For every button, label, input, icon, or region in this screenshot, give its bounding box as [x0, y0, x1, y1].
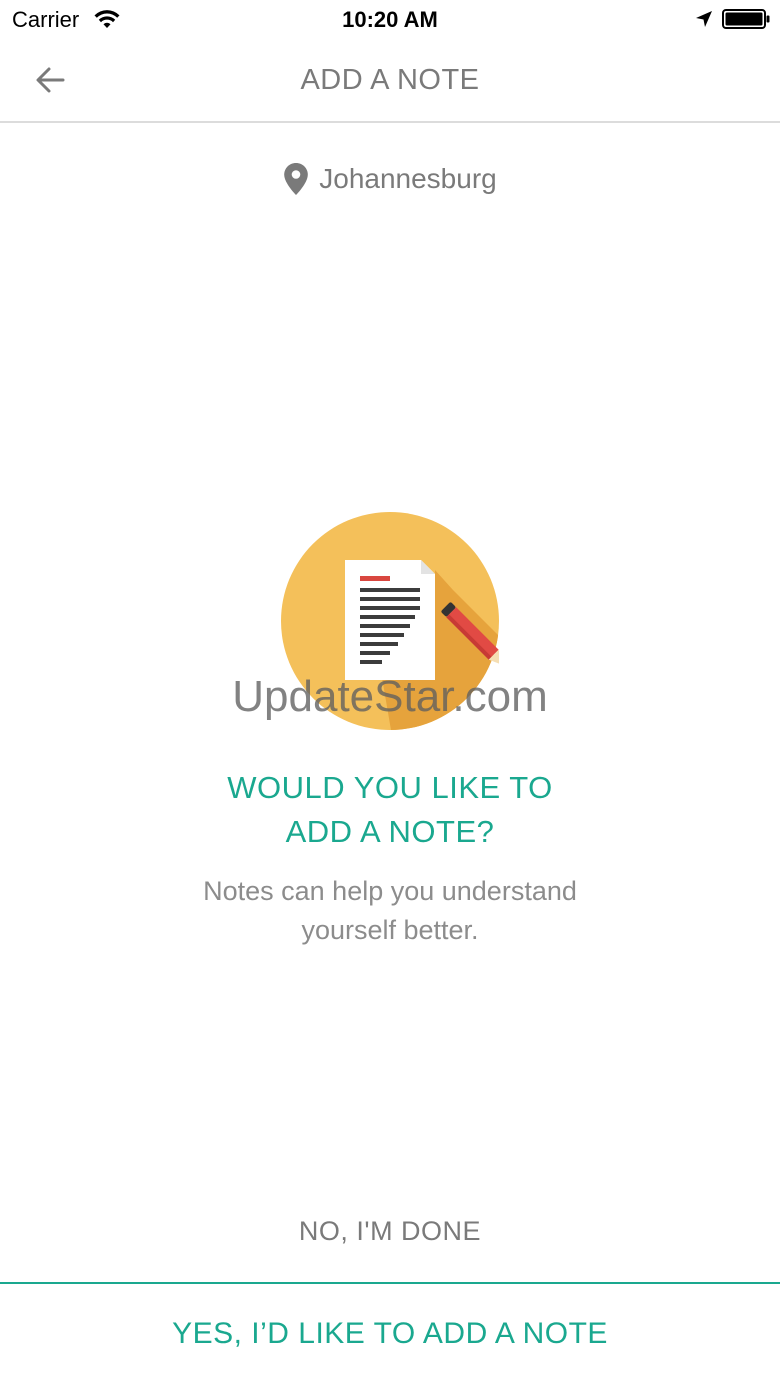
- prompt-heading: WOULD YOU LIKE TO ADD A NOTE?: [0, 766, 780, 854]
- add-note-button[interactable]: YES, I’D LIKE TO ADD A NOTE: [0, 1282, 780, 1387]
- status-time: 10:20 AM: [342, 7, 438, 32]
- status-bar: Carrier 10:20 AM: [0, 0, 780, 40]
- no-im-done-button[interactable]: NO, I'M DONE: [0, 1206, 780, 1256]
- prompt-description-line-1: Notes can help you understand: [203, 876, 577, 906]
- prompt-heading-line-1: WOULD YOU LIKE TO: [227, 770, 553, 805]
- map-pin-icon: [284, 163, 309, 195]
- prompt-description: Notes can help you understand yourself b…: [0, 872, 780, 950]
- page-title: ADD A NOTE: [300, 64, 480, 96]
- location-arrow-icon: [696, 11, 712, 27]
- prompt-description-line-2: yourself better.: [301, 915, 479, 945]
- nav-bar: ADD A NOTE: [0, 40, 780, 123]
- prompt-heading-line-2: ADD A NOTE?: [285, 814, 495, 849]
- location-label: Johannesburg: [0, 159, 780, 199]
- battery-icon: [722, 9, 770, 29]
- location-name: Johannesburg: [319, 163, 497, 194]
- watermark-text: UpdateStar.com: [232, 672, 548, 721]
